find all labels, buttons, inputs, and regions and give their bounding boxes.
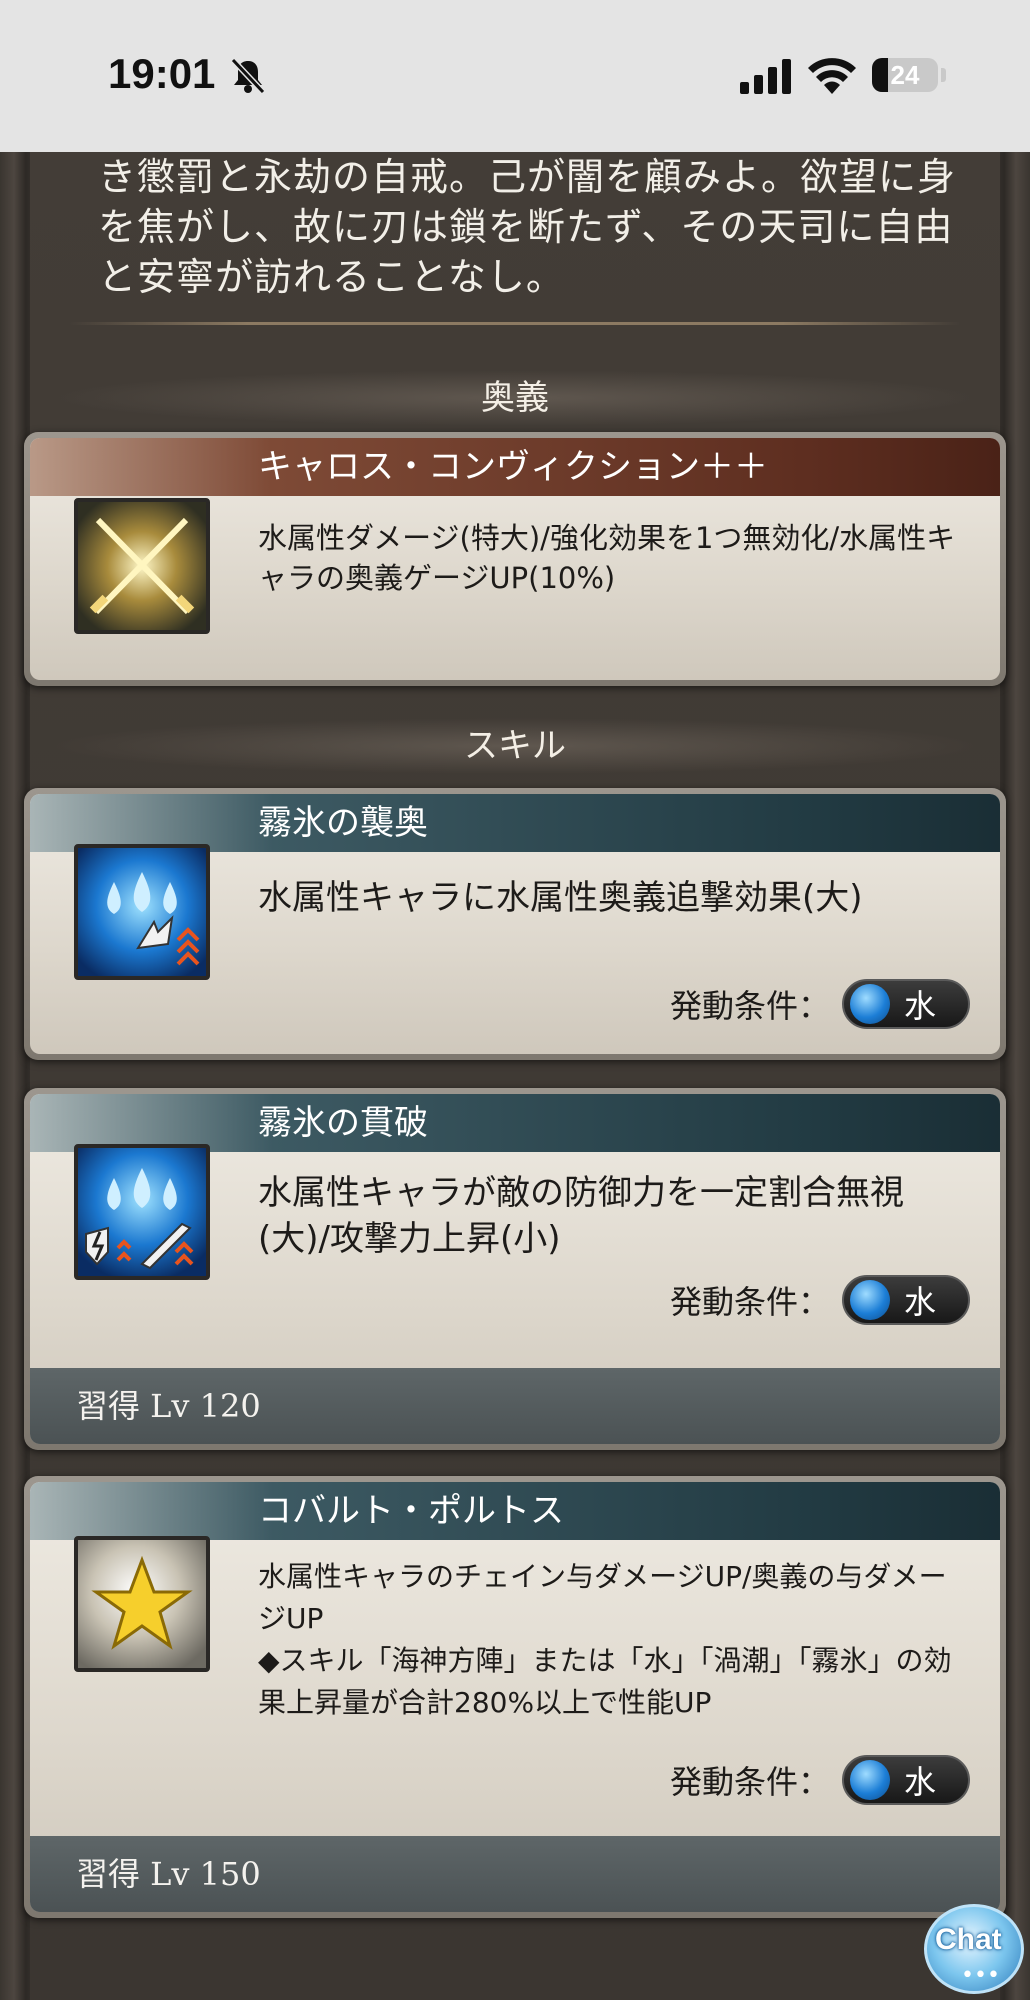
status-bar: 19:01 24 [0,0,1030,152]
bell-muted-icon [230,57,266,95]
activation-condition: 発動条件： 水 [670,1274,970,1326]
element-label: 水 [904,987,937,1025]
section-header-skill: スキル [50,718,980,774]
star-icon [74,1536,210,1672]
skill-title: コバルト・ポルトス [30,1482,1000,1540]
learn-level: 習得 Lv 120 [30,1368,1000,1444]
water-element-badge: 水 [842,1755,970,1805]
water-drop-icon [850,984,890,1024]
wifi-icon [808,58,856,94]
battery-icon: 24 [872,58,938,92]
divider [70,322,960,325]
chat-label: Chat [935,1923,1002,1956]
cellular-signal-icon [740,59,791,94]
skill-card[interactable]: 霧氷の貫破 水属性キャラが敵の防御力を一定割合無視(大)/攻撃力上昇(小) 発動… [24,1088,1006,1450]
skill-description-block: 水属性キャラのチェイン与ダメージUP/奥義の与ダメージUP ◆スキル「海神方陣」… [258,1556,970,1724]
element-label: 水 [904,1283,937,1321]
skill-description-note: ◆スキル「海神方陣」または「水」「渦潮」「霧氷」の効果上昇量が合計280%以上で… [258,1644,952,1719]
battery-level: 24 [890,60,920,90]
chat-dots-icon: ••• [961,1963,1000,1988]
condition-label: 発動条件： [669,1283,830,1321]
crossed-swords-icon [74,498,210,634]
lore-text: き懲罰と永劫の自戒。己が闇を顧みよ。欲望に身を焦がし、故に刃は鎖を断たず、その天… [98,155,957,299]
water-element-badge: 水 [842,1275,970,1325]
water-drop-icon [850,1280,890,1320]
ougi-card[interactable]: キャロス・コンヴィクション＋＋ 水属性ダメージ(特大)/強化効果を1つ無効化/水… [24,432,1006,686]
element-label: 水 [904,1763,937,1801]
ougi-title: キャロス・コンヴィクション＋＋ [30,438,1000,496]
condition-label: 発動条件： [669,1763,830,1801]
battery-cap [941,68,946,82]
activation-condition: 発動条件： 水 [670,978,970,1030]
skill-card[interactable]: コバルト・ポルトス 水属性キャラのチェイン与ダメージUP/奥義の与ダメージUP … [24,1476,1006,1918]
activation-condition: 発動条件： 水 [670,1754,970,1806]
section-header-ougi: 奥義 [50,370,980,426]
water-ougi-echo-icon [74,844,210,980]
skill-card[interactable]: 霧氷の襲奥 水属性キャラに水属性奥義追撃効果(大) 発動条件： 水 [24,788,1006,1060]
skill-description: 水属性キャラが敵の防御力を一定割合無視(大)/攻撃力上昇(小) [258,1173,904,1259]
water-def-ignore-icon [74,1144,210,1280]
learn-level: 習得 Lv 150 [30,1836,1000,1912]
skill-description: 水属性キャラのチェイン与ダメージUP/奥義の与ダメージUP [258,1560,947,1635]
water-element-badge: 水 [842,979,970,1029]
status-time: 19:01 [108,50,216,97]
water-drop-icon [850,1760,890,1800]
condition-label: 発動条件： [669,987,830,1025]
ougi-description: 水属性ダメージ(特大)/強化効果を1つ無効化/水属性キャラの奥義ゲージUP(10… [258,521,956,595]
skill-description: 水属性キャラに水属性奥義追撃効果(大) [258,878,863,918]
chat-button[interactable]: Chat ••• [924,1904,1024,1994]
